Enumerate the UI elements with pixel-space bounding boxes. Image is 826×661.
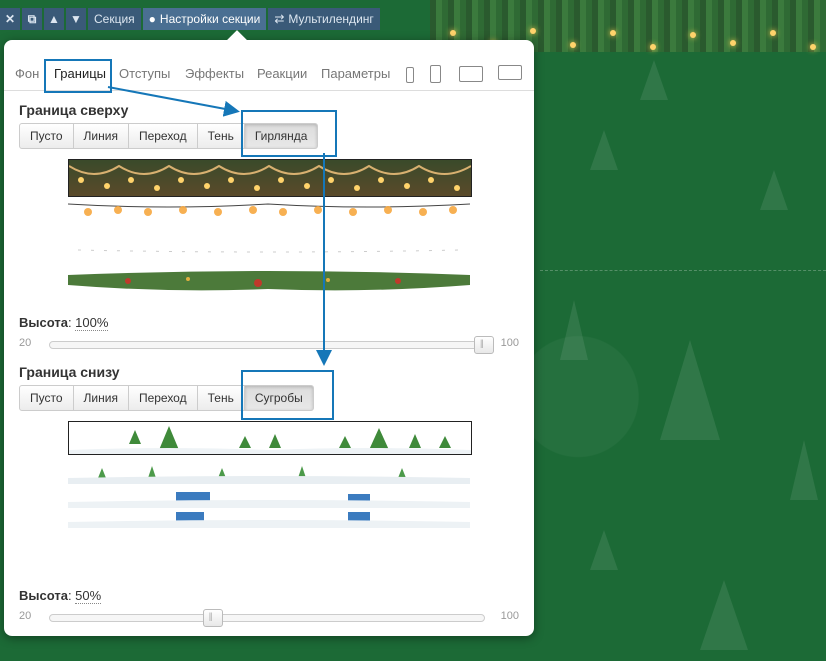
top-slider-max: 100 xyxy=(500,337,519,349)
bottom-slider-min: 20 xyxy=(19,610,32,622)
snowdrift-option-3[interactable] xyxy=(68,488,470,508)
tab-paddings[interactable]: Отступы xyxy=(119,66,170,81)
garland-preview-1 xyxy=(68,164,472,191)
bottom-shadow-button[interactable]: Тень xyxy=(196,385,245,411)
top-height-value[interactable]: 100% xyxy=(75,315,109,331)
section-button[interactable]: Секция xyxy=(88,8,141,30)
section-toolbar: ✕ ⧉ ▲ ▼ Секция ● Настройки секции ⇄ Муль… xyxy=(0,8,382,30)
top-slider-track[interactable] xyxy=(49,336,494,354)
garland-option-2[interactable] xyxy=(67,200,471,230)
tab-parameters[interactable]: Параметры xyxy=(321,66,390,81)
multilanding-label: Мультилендинг xyxy=(288,12,374,26)
chevron-up-icon[interactable]: ▲ xyxy=(44,8,64,30)
garland-preview-4 xyxy=(68,271,470,291)
top-slider-min: 20 xyxy=(19,337,32,349)
snowdrift-preview-4 xyxy=(68,512,470,528)
tab-background[interactable]: Фон xyxy=(15,66,39,81)
section-settings-button[interactable]: ● Настройки секции xyxy=(142,8,267,30)
section-label: Секция xyxy=(94,12,135,26)
bottom-height-slider: 20 100 xyxy=(19,608,519,627)
tab-reactions[interactable]: Реакции xyxy=(257,66,307,81)
phone-small-icon[interactable] xyxy=(406,67,414,83)
top-line-button[interactable]: Линия xyxy=(72,123,129,149)
garland-option-4[interactable] xyxy=(68,267,470,297)
top-height-slider: 20 100 xyxy=(19,335,519,354)
snowdrift-option-2[interactable] xyxy=(68,460,470,484)
snowdrift-preview-1 xyxy=(69,426,471,454)
top-slider-handle[interactable] xyxy=(474,336,494,354)
phone-icon[interactable] xyxy=(430,65,441,83)
snowdrift-preview-3 xyxy=(68,492,470,508)
desktop-icon[interactable] xyxy=(498,65,522,80)
bottom-slider-handle[interactable] xyxy=(202,609,223,627)
top-border-title: Граница сверху xyxy=(19,102,129,118)
bottom-line-button[interactable]: Линия xyxy=(72,385,129,411)
bottom-slider-track[interactable] xyxy=(49,609,485,627)
bottom-empty-button[interactable]: Пусто xyxy=(19,385,74,411)
top-empty-button[interactable]: Пусто xyxy=(19,123,74,149)
highlight-snowdrift-button xyxy=(241,370,334,420)
multilanding-button[interactable]: ⇄ Мультилендинг xyxy=(268,8,380,30)
top-height-label: Высота xyxy=(19,315,68,330)
drop-icon: ● xyxy=(148,12,156,26)
chevron-down-icon[interactable]: ▼ xyxy=(66,8,86,30)
tablet-icon[interactable] xyxy=(459,66,483,82)
bottom-height-label: Высота xyxy=(19,588,68,603)
top-height-row: Высота: 100% xyxy=(19,315,109,331)
close-icon[interactable]: ✕ xyxy=(0,8,20,30)
top-transition-button[interactable]: Переход xyxy=(127,123,198,149)
garland-option-3[interactable] xyxy=(68,240,470,260)
section-settings-label: Настройки секции xyxy=(159,12,261,26)
bottom-height-value[interactable]: 50% xyxy=(75,588,102,604)
bottom-border-title: Граница снизу xyxy=(19,364,120,380)
shuffle-icon: ⇄ xyxy=(274,12,285,26)
bottom-transition-button[interactable]: Переход xyxy=(127,385,198,411)
snowdrift-option-4[interactable] xyxy=(68,508,470,528)
bottom-height-row: Высота: 50% xyxy=(19,588,102,604)
garland-preview-3 xyxy=(77,249,461,253)
top-shadow-button[interactable]: Тень xyxy=(196,123,245,149)
highlight-borders-tab xyxy=(44,59,112,93)
garland-preview-2 xyxy=(67,203,471,216)
tab-effects[interactable]: Эффекты xyxy=(185,66,244,81)
snowdrift-option-1[interactable] xyxy=(68,421,472,455)
garland-option-1[interactable] xyxy=(68,159,472,197)
bottom-slider-max: 100 xyxy=(500,610,519,622)
snowdrift-preview-2 xyxy=(68,466,470,484)
copy-icon[interactable]: ⧉ xyxy=(22,8,42,30)
highlight-garland-button xyxy=(241,110,337,157)
